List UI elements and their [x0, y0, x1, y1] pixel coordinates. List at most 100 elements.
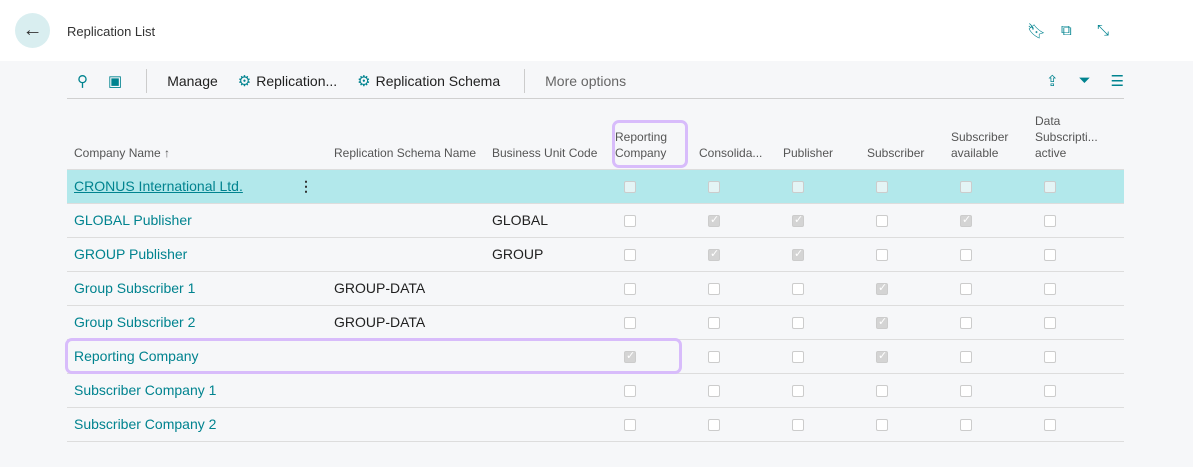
checkbox[interactable] — [792, 419, 804, 432]
checkbox[interactable] — [792, 317, 804, 330]
checkbox[interactable] — [708, 247, 720, 262]
schema-name-cell — [327, 236, 485, 271]
table-row[interactable]: CRONUS International Ltd. ⋮ — [67, 168, 1124, 203]
checkbox[interactable] — [708, 213, 720, 228]
checkbox[interactable] — [960, 385, 972, 398]
col-subscriber-available[interactable]: Subscriber available — [944, 110, 1028, 169]
checkbox[interactable] — [792, 351, 804, 364]
checkbox[interactable] — [624, 181, 636, 194]
checkbox[interactable] — [876, 281, 888, 296]
header-bar: ← Replication List 🔖︎ ⧉ ⤡ — [0, 0, 1193, 61]
replication-table: Company Name ↑ Replication Schema Name B… — [67, 110, 1124, 442]
checkbox[interactable] — [960, 283, 972, 296]
company-name-link[interactable]: GLOBAL Publisher — [74, 212, 192, 228]
bookmark-icon[interactable]: 🔖︎ — [1027, 22, 1046, 40]
checkbox[interactable] — [708, 317, 720, 330]
checkbox[interactable] — [1044, 385, 1056, 398]
checkbox[interactable] — [1044, 419, 1056, 432]
checkbox[interactable] — [960, 249, 972, 262]
page-title: Replication List — [67, 24, 156, 39]
search-icon[interactable]: ⚲ — [77, 72, 88, 90]
checkbox[interactable] — [960, 317, 972, 330]
company-name-link[interactable]: GROUP Publisher — [74, 246, 187, 262]
table-row[interactable]: GLOBAL Publisher GLOBAL — [67, 202, 1124, 237]
open-new-window-icon[interactable]: ⧉ — [1061, 22, 1072, 39]
checkbox[interactable] — [1044, 283, 1056, 296]
col-data-subscription-active[interactable]: Data Subscripti... active — [1028, 110, 1124, 169]
list-view-icon[interactable]: ☰ — [1111, 72, 1124, 90]
more-options-button[interactable]: More options — [545, 73, 626, 89]
checkbox[interactable] — [624, 317, 636, 330]
company-name-link[interactable]: Group Subscriber 2 — [74, 314, 195, 330]
checkbox[interactable] — [792, 213, 804, 228]
checkbox[interactable] — [876, 315, 888, 330]
col-company-name[interactable]: Company Name ↑ — [67, 110, 285, 169]
business-unit-cell — [485, 168, 608, 203]
business-unit-cell: GLOBAL — [485, 202, 608, 237]
replication-button[interactable]: ⚙ Replication... — [238, 72, 337, 90]
checkbox[interactable] — [1044, 351, 1056, 364]
checkbox[interactable] — [624, 249, 636, 262]
checkbox[interactable] — [624, 419, 636, 432]
checkbox[interactable] — [708, 283, 720, 296]
company-name-link[interactable]: Group Subscriber 1 — [74, 280, 195, 296]
checkbox[interactable] — [624, 385, 636, 398]
back-button[interactable]: ← — [15, 13, 50, 48]
checkbox[interactable] — [960, 213, 972, 228]
table-row[interactable]: Group Subscriber 2 GROUP-DATA — [67, 304, 1124, 339]
table-row[interactable]: Reporting Company — [67, 338, 1124, 373]
checkbox[interactable] — [960, 351, 972, 364]
business-unit-cell — [485, 372, 608, 407]
schema-name-cell — [327, 338, 485, 373]
checkbox[interactable] — [708, 385, 720, 398]
edit-list-icon[interactable]: ▣ — [108, 72, 122, 90]
checkbox[interactable] — [876, 385, 888, 398]
table-row[interactable]: Subscriber Company 1 — [67, 372, 1124, 407]
checkbox[interactable] — [1044, 317, 1056, 330]
checkbox[interactable] — [876, 215, 888, 228]
manage-button[interactable]: Manage — [167, 73, 218, 89]
checkbox[interactable] — [876, 249, 888, 262]
checkbox[interactable] — [792, 181, 804, 194]
checkbox[interactable] — [960, 419, 972, 432]
company-name-link[interactable]: Subscriber Company 2 — [74, 416, 216, 432]
checkbox[interactable] — [1044, 249, 1056, 262]
share-icon[interactable]: ⇪ — [1046, 72, 1059, 90]
checkbox[interactable] — [1044, 215, 1056, 228]
checkbox[interactable] — [624, 215, 636, 228]
business-unit-cell — [485, 338, 608, 373]
checkbox[interactable] — [876, 349, 888, 364]
replication-schema-button[interactable]: ⚙ Replication Schema — [357, 72, 500, 90]
table-row[interactable]: Group Subscriber 1 GROUP-DATA — [67, 270, 1124, 305]
company-name-link[interactable]: Reporting Company — [74, 348, 199, 364]
checkbox[interactable] — [708, 419, 720, 432]
checkbox[interactable] — [792, 247, 804, 262]
checkbox[interactable] — [1044, 181, 1056, 194]
checkbox[interactable] — [876, 419, 888, 432]
replication-icon: ⚙ — [237, 73, 252, 90]
col-subscriber[interactable]: Subscriber — [860, 110, 944, 169]
checkbox[interactable] — [624, 349, 636, 364]
divider — [146, 69, 148, 93]
col-reporting-company[interactable]: Reporting Company — [608, 110, 692, 169]
table-row[interactable]: Subscriber Company 2 — [67, 406, 1124, 442]
company-name-link[interactable]: Subscriber Company 1 — [74, 382, 216, 398]
schema-name-cell — [327, 168, 485, 203]
checkbox[interactable] — [624, 283, 636, 296]
checkbox[interactable] — [876, 181, 888, 194]
col-business-unit-code[interactable]: Business Unit Code — [485, 110, 608, 169]
table-row[interactable]: GROUP Publisher GROUP — [67, 236, 1124, 271]
filter-icon[interactable]: ⏷ — [1079, 72, 1091, 90]
company-name-link[interactable]: CRONUS International Ltd. — [74, 178, 243, 194]
col-publisher[interactable]: Publisher — [776, 110, 860, 169]
col-consolidation[interactable]: Consolida... — [692, 110, 776, 169]
row-menu-icon[interactable]: ⋮ — [299, 178, 313, 194]
checkbox[interactable] — [708, 351, 720, 364]
col-replication-schema[interactable]: Replication Schema Name — [327, 110, 485, 169]
checkbox[interactable] — [792, 283, 804, 296]
collapse-icon[interactable]: ⤡ — [1097, 22, 1109, 39]
action-bar: ⚲ ▣ Manage ⚙ Replication... ⚙ Replication … — [67, 64, 1124, 99]
checkbox[interactable] — [960, 181, 972, 194]
checkbox[interactable] — [792, 385, 804, 398]
checkbox[interactable] — [708, 181, 720, 194]
